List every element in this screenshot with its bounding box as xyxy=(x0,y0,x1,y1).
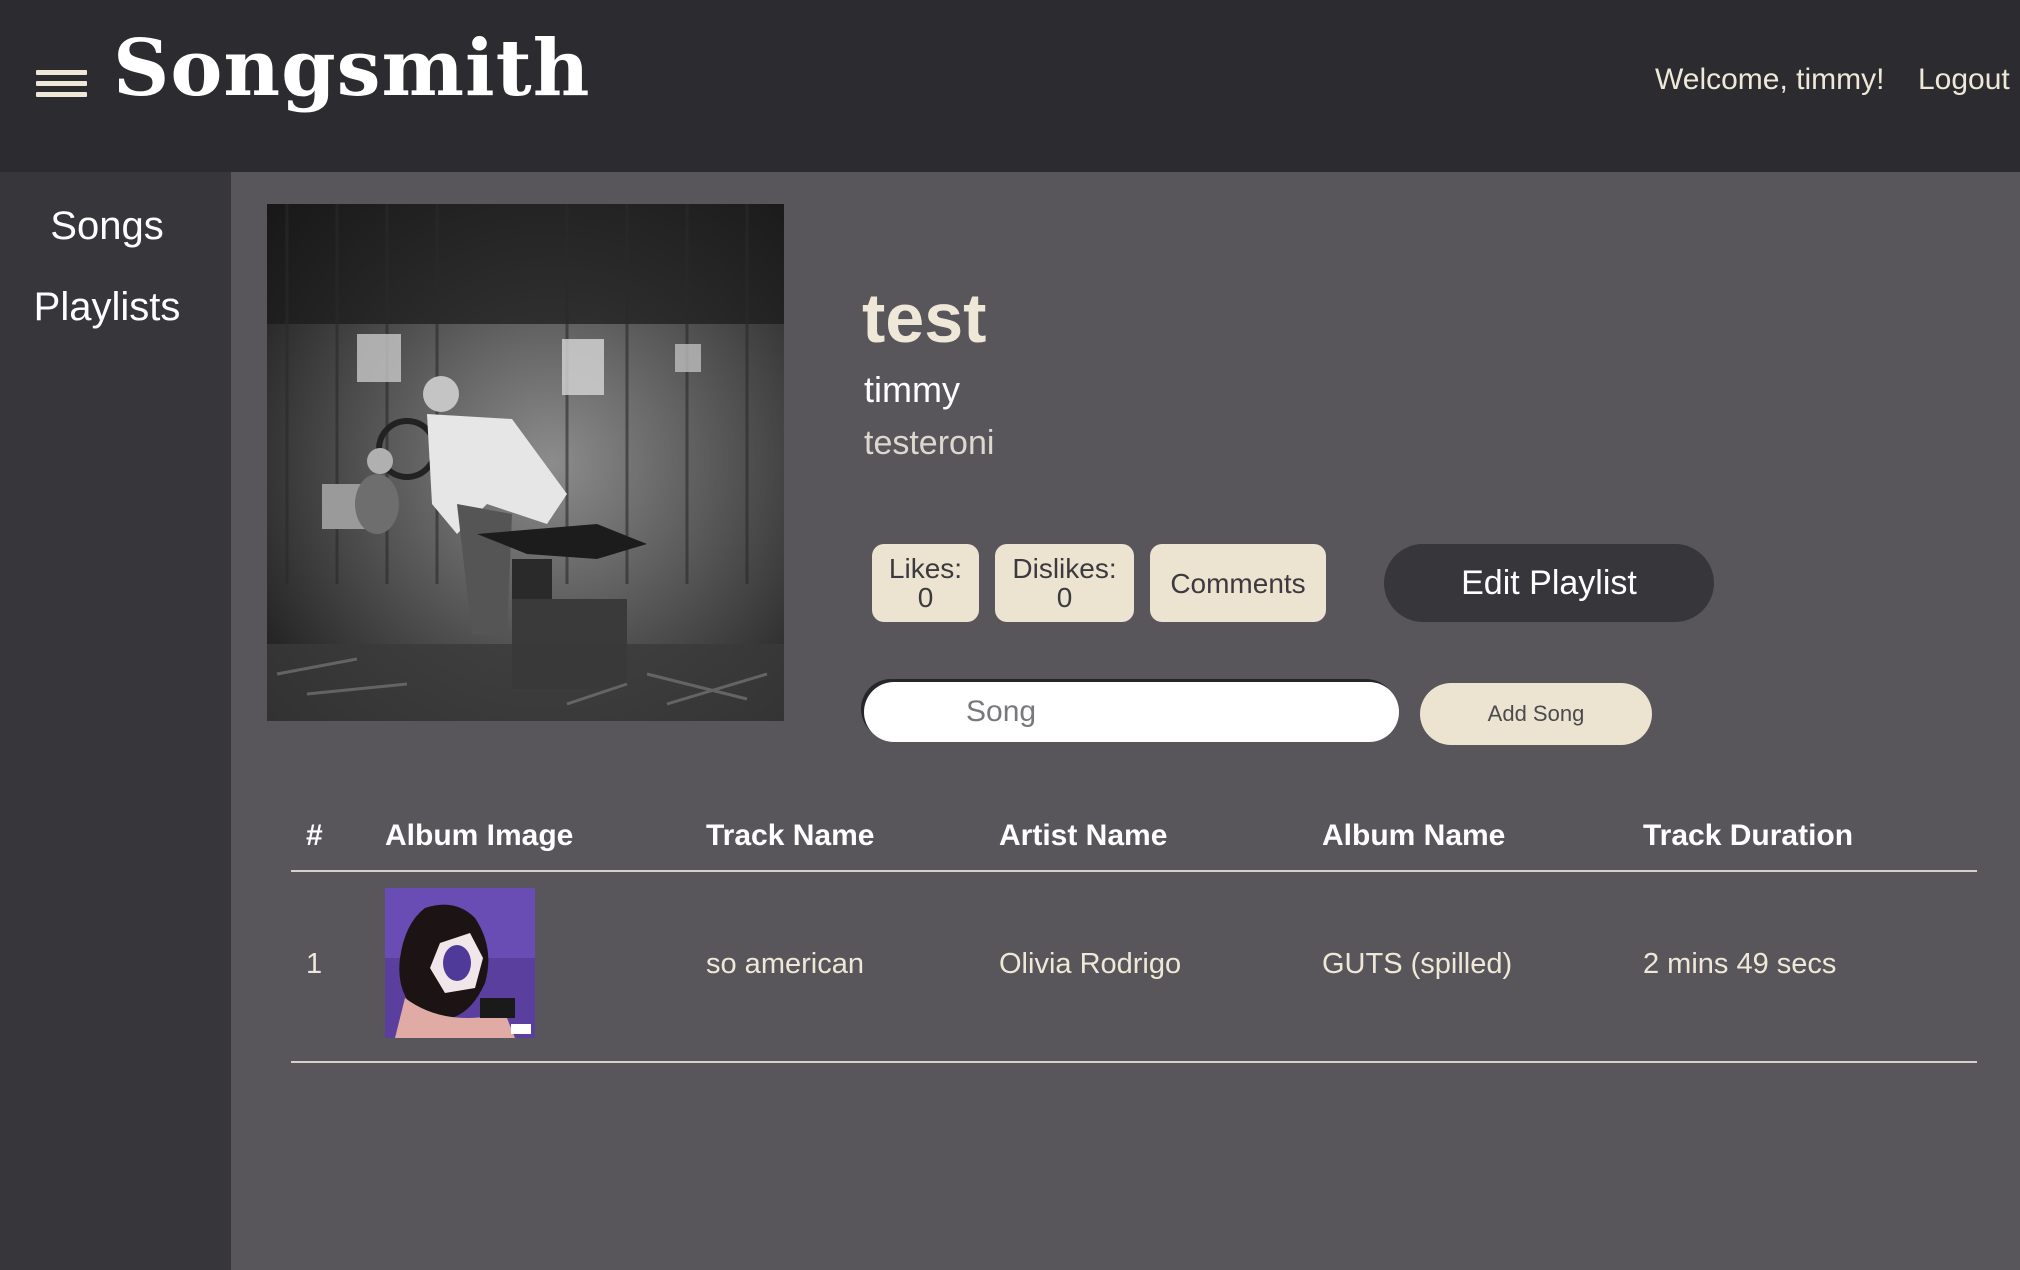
album-art-thumbnail xyxy=(385,888,535,1038)
column-header-artist-name: Artist Name xyxy=(999,819,1168,852)
likes-label: Likes: xyxy=(888,553,963,584)
menu-icon[interactable] xyxy=(36,70,87,98)
sidebar: Songs Playlists xyxy=(0,172,231,1270)
likes-button[interactable]: Likes: 0 xyxy=(872,544,979,622)
add-song-button[interactable]: Add Song xyxy=(1420,683,1652,745)
likes-count: 0 xyxy=(917,582,934,613)
dislikes-button[interactable]: Dislikes: 0 xyxy=(995,544,1134,622)
table-row-divider xyxy=(291,1061,1977,1063)
playlist-owner: timmy xyxy=(864,369,960,410)
brand-logo[interactable]: Songsmith xyxy=(113,30,590,108)
song-search-input[interactable] xyxy=(864,682,1399,742)
track-index: 1 xyxy=(306,948,323,980)
album-name: GUTS (spilled) xyxy=(1322,948,1513,980)
track-name: so american xyxy=(706,948,864,980)
top-navbar: Songsmith Welcome, timmy! Logout xyxy=(0,0,2020,172)
playlist-cover-image xyxy=(267,204,784,721)
column-header-album-image: Album Image xyxy=(385,819,574,852)
playlist-title: test xyxy=(862,279,987,357)
sidebar-item-songs[interactable]: Songs xyxy=(0,202,214,250)
column-header-index: # xyxy=(306,819,323,852)
sidebar-item-playlists[interactable]: Playlists xyxy=(0,283,214,331)
playlist-description: testeroni xyxy=(864,424,995,462)
track-duration: 2 mins 49 secs xyxy=(1643,948,1837,980)
artist-name: Olivia Rodrigo xyxy=(999,948,1182,980)
welcome-text: Welcome, timmy! xyxy=(1655,63,1885,96)
table-header-divider xyxy=(291,870,1977,872)
column-header-album-name: Album Name xyxy=(1322,819,1506,852)
dislikes-label: Dislikes: xyxy=(1012,553,1117,584)
column-header-track-name: Track Name xyxy=(706,819,875,852)
comments-label: Comments xyxy=(1170,567,1306,599)
edit-playlist-button[interactable]: Edit Playlist xyxy=(1384,544,1714,622)
column-header-track-duration: Track Duration xyxy=(1643,819,1854,852)
dislikes-count: 0 xyxy=(1056,582,1073,613)
logout-link[interactable]: Logout xyxy=(1918,62,2010,98)
comments-button[interactable]: Comments xyxy=(1150,544,1326,622)
